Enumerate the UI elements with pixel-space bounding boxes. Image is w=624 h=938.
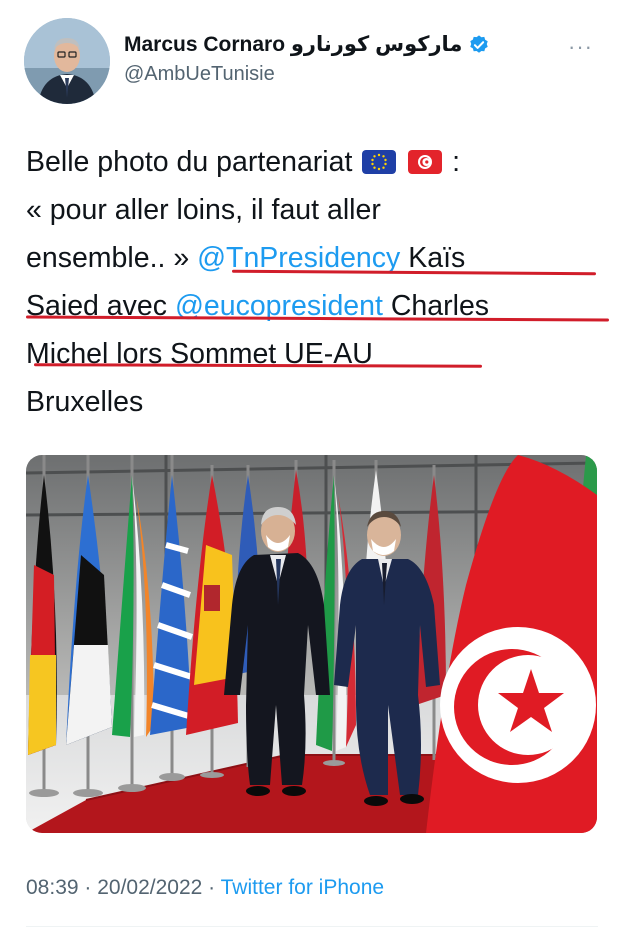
tweet-line-4: Saied avec @eucopresident Charles bbox=[26, 290, 490, 322]
tweet-time[interactable]: 08:39 bbox=[26, 876, 79, 899]
tweet-text: Belle photo du partenariat : « pour alle… bbox=[26, 138, 611, 426]
tweet-date[interactable]: 20/02/2022 bbox=[97, 876, 202, 899]
tunisia-flag-icon bbox=[408, 150, 443, 174]
author-name-row[interactable]: Marcus Cornaro ماركوس كورنارو bbox=[124, 32, 490, 57]
verified-badge-icon bbox=[470, 34, 489, 53]
tweet-line-5: Michel lors Sommet UE-AU bbox=[26, 338, 373, 370]
tweet-photo[interactable] bbox=[26, 455, 597, 833]
tweet-line-3: ensemble.. » @TnPresidency Kaïs bbox=[26, 242, 466, 274]
author-handle[interactable]: @AmbUeTunisie bbox=[124, 63, 275, 86]
tweet-line-1: Belle photo du partenariat : bbox=[26, 146, 461, 178]
avatar[interactable] bbox=[24, 18, 110, 104]
tweet-line-2: « pour aller loins, il faut aller bbox=[26, 194, 381, 226]
flags-photo-image bbox=[26, 455, 597, 833]
more-options-icon[interactable]: ··· bbox=[568, 34, 593, 60]
tweet-source-link[interactable]: Twitter for iPhone bbox=[221, 876, 384, 899]
tweet-line-6: Bruxelles bbox=[26, 386, 144, 418]
mention-tnpresidency-link[interactable]: @TnPresidency bbox=[197, 242, 400, 274]
avatar-photo bbox=[24, 18, 110, 104]
author-display-name[interactable]: Marcus Cornaro ماركوس كورنارو bbox=[124, 32, 462, 57]
eu-flag-icon bbox=[362, 150, 397, 174]
tweet-meta: 08:39 · 20/02/2022 · Twitter for iPhone bbox=[26, 876, 385, 899]
divider bbox=[26, 926, 598, 927]
